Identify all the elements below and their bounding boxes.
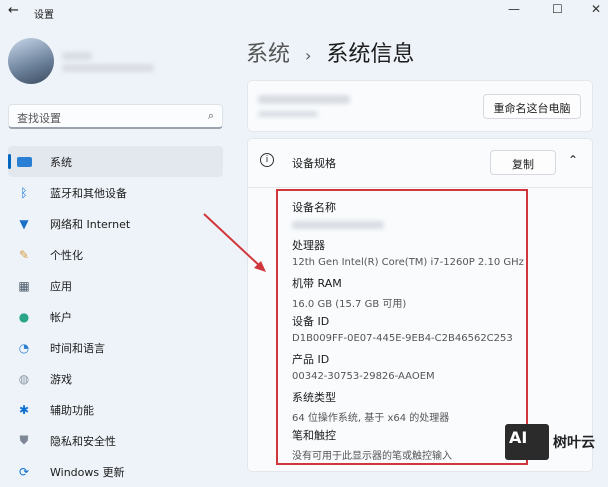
sidebar-item-label: 辅助功能	[50, 403, 94, 417]
spec-label: 处理器	[292, 239, 325, 252]
user-email-blurred	[62, 64, 154, 72]
spec-value: 没有可用于此显示器的笔或触控输入	[292, 451, 452, 462]
sidebar-item-accessibility[interactable]: ✱ 辅助功能	[8, 394, 223, 425]
info-icon: i	[260, 153, 274, 167]
sidebar-item-apps[interactable]: ▦ 应用	[8, 270, 223, 301]
watermark-text: 树叶云	[553, 435, 595, 451]
sidebar-item-network[interactable]: ▼ 网络和 Internet	[8, 208, 223, 239]
spec-label: 系统类型	[292, 391, 336, 404]
back-button[interactable]: ←	[8, 3, 19, 18]
sidebar-item-time-language[interactable]: ◔ 时间和语言	[8, 332, 223, 363]
sidebar-item-label: 时间和语言	[50, 341, 105, 355]
watermark: AI 树叶云	[505, 424, 595, 460]
sidebar-item-label: 游戏	[50, 372, 72, 386]
monitor-icon	[16, 154, 32, 170]
avatar[interactable]	[8, 38, 54, 84]
spec-value: 64 位操作系统, 基于 x64 的处理器	[292, 413, 450, 424]
wifi-icon: ▼	[19, 216, 29, 231]
minimize-button[interactable]: —	[508, 2, 520, 16]
divider	[248, 187, 592, 188]
title-bar: ← 设置 — ☐ ✕	[0, 0, 608, 26]
sidebar-item-accounts[interactable]: ● 帐户	[8, 301, 223, 332]
copy-button[interactable]: 复制	[490, 150, 556, 175]
sidebar-item-gaming[interactable]: ◍ 游戏	[8, 363, 223, 394]
sidebar-item-privacy[interactable]: ⛊ 隐私和安全性	[8, 425, 223, 456]
breadcrumb: 系统 › 系统信息	[246, 36, 414, 68]
sidebar-nav: 系统 ᛒ 蓝牙和其他设备 ▼ 网络和 Internet ✎ 个性化 ▦ 应用 ● 帐户 ◔…	[8, 146, 223, 487]
device-name-card: 重命名这台电脑	[247, 80, 593, 132]
device-name-blurred	[258, 95, 350, 104]
specs-title: 设备规格	[292, 157, 336, 170]
rename-pc-button[interactable]: 重命名这台电脑	[483, 94, 581, 119]
chevron-up-icon[interactable]: ⌃	[568, 153, 578, 167]
annotation-arrow	[203, 213, 266, 272]
spec-value: 12th Gen Intel(R) Core(TM) i7-1260P 2.10…	[292, 257, 524, 268]
search-icon: ⌕	[207, 109, 214, 122]
accessibility-icon: ✱	[18, 402, 30, 417]
sidebar-item-personalization[interactable]: ✎ 个性化	[8, 239, 223, 270]
sidebar-item-label: 应用	[50, 279, 72, 293]
spec-label: 设备 ID	[292, 315, 330, 328]
sidebar-item-label: 个性化	[50, 248, 83, 262]
gamepad-icon: ◍	[18, 371, 30, 386]
watermark-logo: AI	[505, 424, 549, 460]
breadcrumb-current: 系统信息	[326, 42, 415, 67]
search-placeholder: 查找设置	[17, 112, 61, 125]
account-icon: ●	[18, 309, 30, 324]
sidebar-item-label: 网络和 Internet	[50, 217, 131, 231]
spec-value: D1B009FF-0E07-445E-9EB4-C2B46562C253	[292, 333, 513, 344]
sidebar-item-label: 蓝牙和其他设备	[50, 186, 127, 200]
spec-label: 产品 ID	[292, 353, 330, 366]
brush-icon: ✎	[18, 247, 30, 262]
sidebar-item-bluetooth[interactable]: ᛒ 蓝牙和其他设备	[8, 177, 223, 208]
close-button[interactable]: ✕	[591, 2, 601, 16]
device-specs-list: 设备名称 处理器 12th Gen Intel(R) Core(TM) i7-1…	[276, 189, 528, 465]
spec-label: 设备名称	[292, 201, 336, 214]
shield-icon: ⛊	[19, 433, 29, 447]
breadcrumb-separator: ›	[305, 46, 312, 65]
spec-value-blurred	[292, 221, 384, 229]
spec-label: 笔和触控	[292, 429, 336, 442]
apps-icon: ▦	[18, 278, 30, 293]
clock-globe-icon: ◔	[18, 340, 30, 355]
sidebar-item-label: 帐户	[50, 310, 72, 324]
spec-label: 机带 RAM	[292, 277, 342, 290]
spec-value: 16.0 GB (15.7 GB 可用)	[292, 299, 407, 310]
sidebar-item-system[interactable]: 系统	[8, 146, 223, 177]
sidebar-item-label: 隐私和安全性	[50, 434, 116, 448]
search-input[interactable]: 查找设置 ⌕	[8, 104, 223, 129]
bluetooth-icon: ᛒ	[20, 185, 28, 200]
device-model-blurred	[258, 111, 318, 117]
sidebar-item-label: 系统	[50, 155, 72, 169]
user-name-blurred	[62, 52, 92, 60]
spec-value: 00342-30753-29826-AAOEM	[292, 371, 435, 382]
maximize-button[interactable]: ☐	[552, 2, 563, 16]
window-title: 设置	[34, 10, 54, 21]
breadcrumb-parent[interactable]: 系统	[246, 42, 290, 67]
